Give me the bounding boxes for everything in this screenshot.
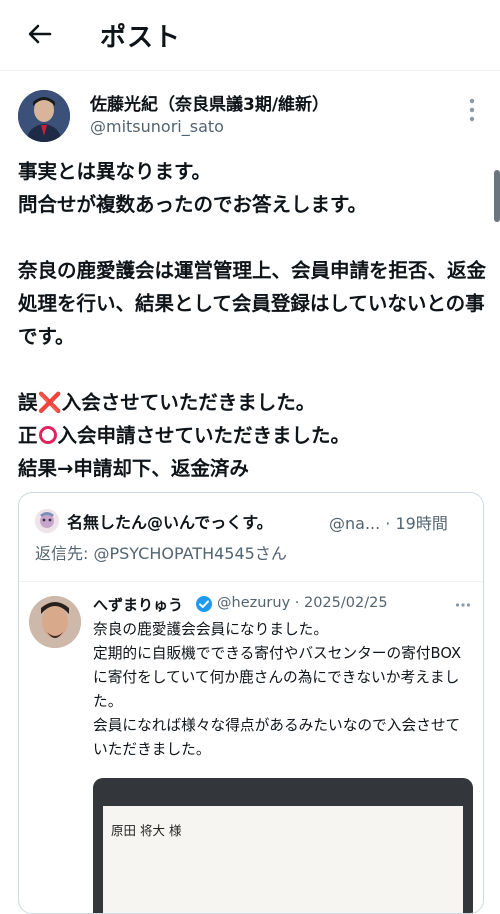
reply-to-label[interactable]: 返信先: @PSYCHOPATH4545さん <box>35 540 287 564</box>
certificate-recipient: 原田 将大 様 <box>111 823 182 838</box>
back-arrow-icon[interactable] <box>24 18 56 50</box>
nested-more-icon[interactable] <box>455 602 471 608</box>
nested-handle-date: @hezuruy · 2025/02/25 <box>217 595 388 611</box>
top-bar: ポスト <box>0 0 500 71</box>
nested-author-name[interactable]: へずまりゅう <box>93 594 183 615</box>
wrong-line-text: 入会させていただきました。 <box>61 391 316 414</box>
right-line-text: 入会申請させていただきました。 <box>57 424 351 447</box>
quote-avatar[interactable] <box>35 509 59 533</box>
quote-handle-time: @na... · 19時間 <box>329 514 448 533</box>
nested-quoted-post[interactable]: へずまりゅう @hezuruy · 2025/02/25 奈良の鹿愛護会会員にな… <box>19 581 483 913</box>
post-text-body: 事実とは異なります。 問合せが複数あったのでお答えします。 奈良の鹿愛護会は運営… <box>18 160 487 348</box>
result-line: 結果→申請却下、返金済み <box>18 457 249 480</box>
more-options-icon[interactable] <box>466 96 478 124</box>
wrong-label: 誤 <box>18 391 38 414</box>
circle-mark-icon <box>38 426 57 444</box>
nested-author-avatar[interactable] <box>29 596 81 648</box>
right-label: 正 <box>18 424 38 447</box>
post-text: 事実とは異なります。 問合せが複数あったのでお答えします。 奈良の鹿愛護会は運営… <box>18 155 488 485</box>
cross-mark-icon: ❌ <box>37 391 62 414</box>
nested-post-text: 奈良の鹿愛護会会員になりました。 定期的に自販機でできる寄付やバスセンターの寄付… <box>93 621 462 758</box>
verified-badge-icon <box>196 596 212 612</box>
author-handle[interactable]: @mitsunori_sato <box>90 117 224 136</box>
quoted-post[interactable]: 名無したん@いんでっくす。 @na... · 19時間 返信先: @PSYCHO… <box>18 492 484 914</box>
page-title: ポスト <box>100 23 182 53</box>
author-avatar[interactable] <box>18 90 70 142</box>
certificate-document: 原田 将大 様 <box>103 806 463 913</box>
nested-post-image[interactable]: 原田 将大 様 <box>93 778 473 913</box>
scrollbar-thumb[interactable] <box>494 170 500 222</box>
author-name[interactable]: 佐藤光紀（奈良県議3期/維新） <box>90 90 329 115</box>
quote-author-name[interactable]: 名無したん@いんでっくす。 <box>67 509 273 533</box>
